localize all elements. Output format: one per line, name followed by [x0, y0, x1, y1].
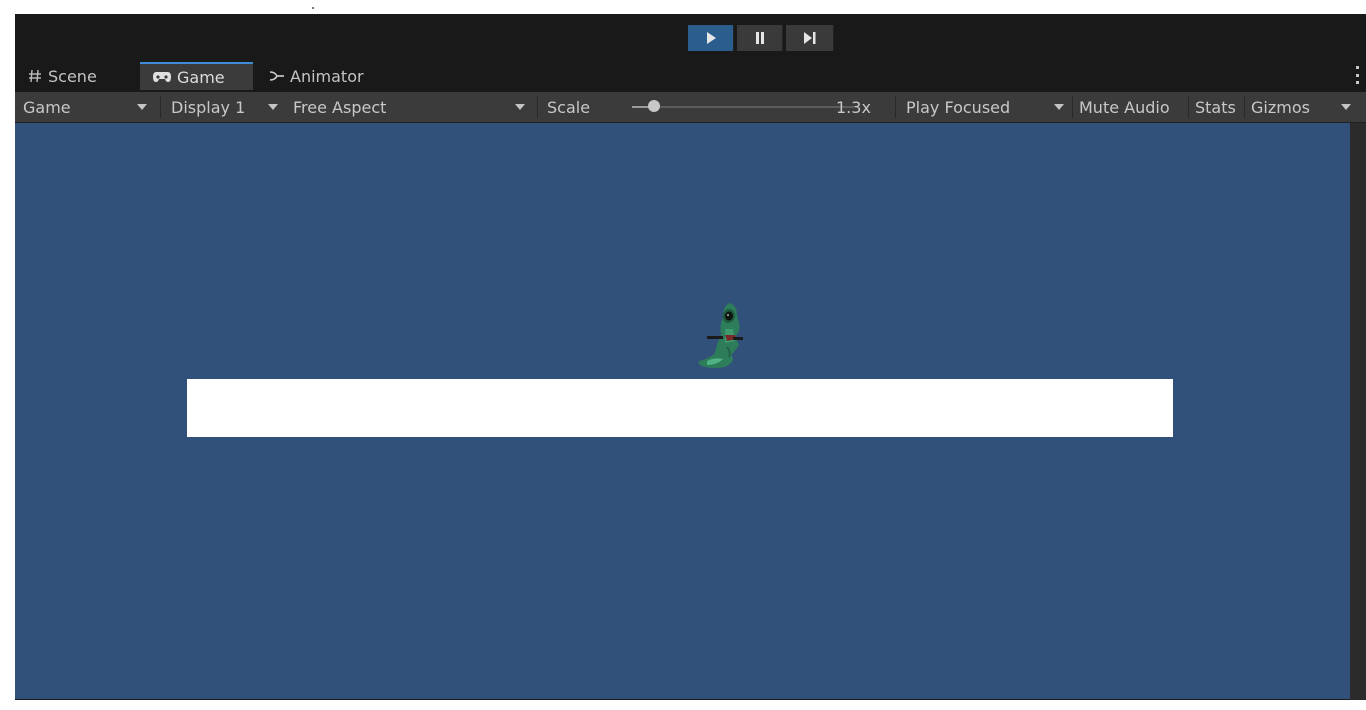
step-forward-icon [803, 32, 815, 44]
stats-toggle[interactable]: Stats [1195, 92, 1236, 122]
animator-branch-icon [269, 69, 285, 83]
grid-hash-icon [27, 68, 43, 84]
gizmos-dropdown[interactable]: Gizmos [1251, 92, 1366, 122]
play-icon [706, 32, 716, 44]
chevron-down-icon [1341, 104, 1351, 110]
aspect-dropdown[interactable]: Free Aspect [293, 92, 533, 122]
stats-label: Stats [1195, 97, 1236, 117]
game-view-toolbar: Game Display 1 Free Aspect Scale 1.3x Pl… [15, 92, 1366, 123]
aspect-label: Free Aspect [293, 97, 387, 117]
view-type-label: Game [23, 97, 71, 117]
play-mode-dropdown[interactable]: Play Focused [906, 92, 1069, 122]
hooded-ghost-sprite [698, 303, 743, 368]
chevron-down-icon [1054, 104, 1064, 110]
display-dropdown[interactable]: Display 1 [171, 92, 282, 122]
divider [537, 96, 538, 118]
chevron-down-icon [137, 104, 147, 110]
scale-control: Scale 1.3x [547, 92, 887, 122]
more-options-icon[interactable] [1356, 66, 1360, 84]
viewport-right-edge [1350, 123, 1366, 700]
chevron-down-icon [515, 104, 525, 110]
display-label: Display 1 [171, 97, 246, 117]
tab-scene[interactable]: Scene [15, 62, 138, 90]
editor-tab-strip: Scene Game Animator [15, 62, 1366, 90]
tab-label: Game [177, 67, 225, 87]
scale-label: Scale [547, 97, 591, 117]
viewport-bottom-border [15, 699, 1350, 700]
tab-game[interactable]: Game [140, 62, 253, 90]
play-mode-label: Play Focused [906, 97, 1011, 117]
unity-editor-window: Scene Game Animator Game Display 1 Free [15, 14, 1366, 700]
mute-audio-label: Mute Audio [1079, 97, 1170, 117]
play-button[interactable] [688, 25, 734, 51]
divider [1188, 96, 1189, 118]
scale-slider-handle[interactable] [648, 100, 661, 112]
step-button[interactable] [786, 25, 834, 51]
pause-button[interactable] [737, 25, 783, 51]
pause-icon [755, 32, 764, 44]
gizmos-label: Gizmos [1251, 97, 1310, 117]
chevron-down-icon [268, 104, 278, 110]
divider [160, 96, 161, 118]
gamepad-icon [152, 70, 172, 84]
tab-label: Animator [290, 66, 364, 86]
divider [895, 96, 896, 118]
scale-value: 1.3x [836, 97, 871, 117]
white-platform [187, 379, 1173, 437]
scale-slider-track[interactable] [632, 106, 854, 108]
tab-label: Scene [48, 66, 97, 86]
game-viewport[interactable] [15, 123, 1350, 699]
tab-animator[interactable]: Animator [257, 62, 397, 90]
view-type-dropdown[interactable]: Game [23, 92, 155, 122]
divider [1072, 96, 1073, 118]
divider [1244, 96, 1245, 118]
play-toolbar [15, 14, 1366, 62]
top-edge-mark [312, 7, 314, 9]
mute-audio-toggle[interactable]: Mute Audio [1079, 92, 1170, 122]
